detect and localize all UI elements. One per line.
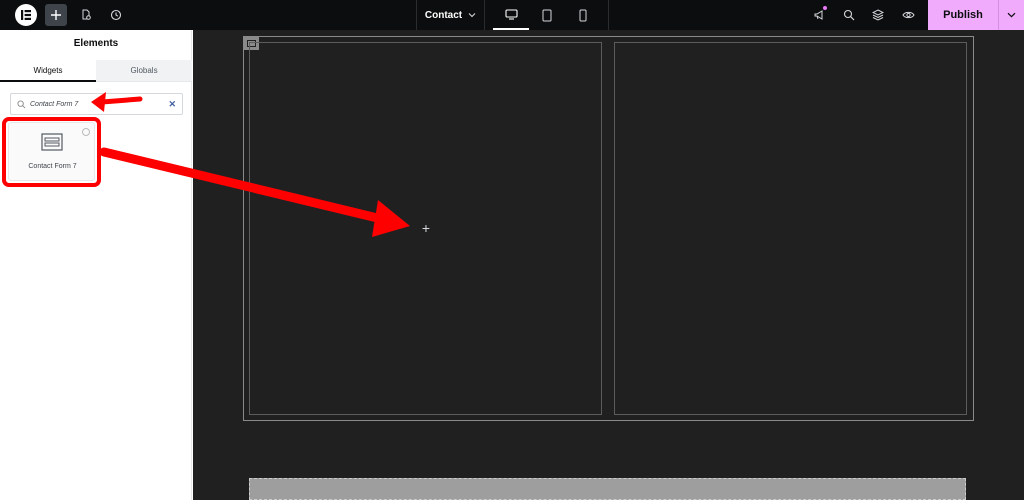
- tablet-icon: [542, 9, 552, 21]
- page-settings-button[interactable]: [75, 4, 97, 26]
- clear-search-button[interactable]: ✕: [168, 99, 176, 110]
- structure-button[interactable]: [867, 4, 889, 26]
- panel-tabs: Widgets Globals: [0, 60, 192, 82]
- top-bar: Contact Publish: [0, 0, 1024, 30]
- publish-label: Publish: [943, 9, 983, 21]
- tab-globals[interactable]: Globals: [96, 60, 192, 82]
- mobile-view-button[interactable]: [565, 0, 601, 30]
- elementor-logo-icon[interactable]: [15, 4, 37, 26]
- page-settings-icon: [82, 9, 91, 20]
- mobile-icon: [579, 9, 587, 21]
- history-button[interactable]: [105, 4, 127, 26]
- search-icon: [17, 99, 26, 108]
- layers-icon: [872, 9, 884, 21]
- search-icon: [843, 9, 855, 21]
- container-section[interactable]: [249, 478, 966, 500]
- plus-icon: [51, 10, 61, 20]
- history-icon: [110, 9, 122, 21]
- widget-label: Contact Form 7: [28, 163, 77, 170]
- tablet-view-button[interactable]: [529, 0, 565, 30]
- publish-options-button[interactable]: [999, 12, 1024, 18]
- desktop-view-button[interactable]: [493, 0, 529, 30]
- tab-widgets[interactable]: Widgets: [0, 60, 96, 82]
- publish-button[interactable]: Publish: [928, 0, 1024, 30]
- megaphone-icon: [814, 10, 822, 20]
- page-name: Contact: [424, 9, 463, 21]
- eye-icon: [901, 11, 915, 19]
- chevron-down-icon: [1007, 12, 1016, 18]
- divider: [608, 0, 609, 30]
- add-element-button[interactable]: [45, 4, 67, 26]
- add-widget-plus-icon[interactable]: +: [419, 221, 433, 235]
- pro-badge-icon: [82, 128, 90, 136]
- contact-form-7-widget[interactable]: Contact Form 7: [8, 122, 95, 181]
- desktop-icon: [504, 8, 518, 20]
- editor-screen: Contact Publish Elements Widgets Globals…: [0, 0, 1024, 500]
- chevron-down-icon: [468, 13, 476, 18]
- column-right[interactable]: [614, 42, 967, 415]
- finder-button[interactable]: [838, 4, 860, 26]
- form-widget-icon: [41, 133, 63, 151]
- notification-dot: [823, 6, 827, 10]
- search-input[interactable]: Contact Form 7 ✕: [10, 93, 183, 115]
- panel-title: Elements: [73, 38, 119, 49]
- search-value[interactable]: Contact Form 7: [30, 101, 168, 108]
- elements-panel: Elements Widgets Globals Contact Form 7 …: [0, 30, 192, 500]
- page-select[interactable]: Contact: [416, 0, 485, 30]
- preview-button[interactable]: [897, 4, 919, 26]
